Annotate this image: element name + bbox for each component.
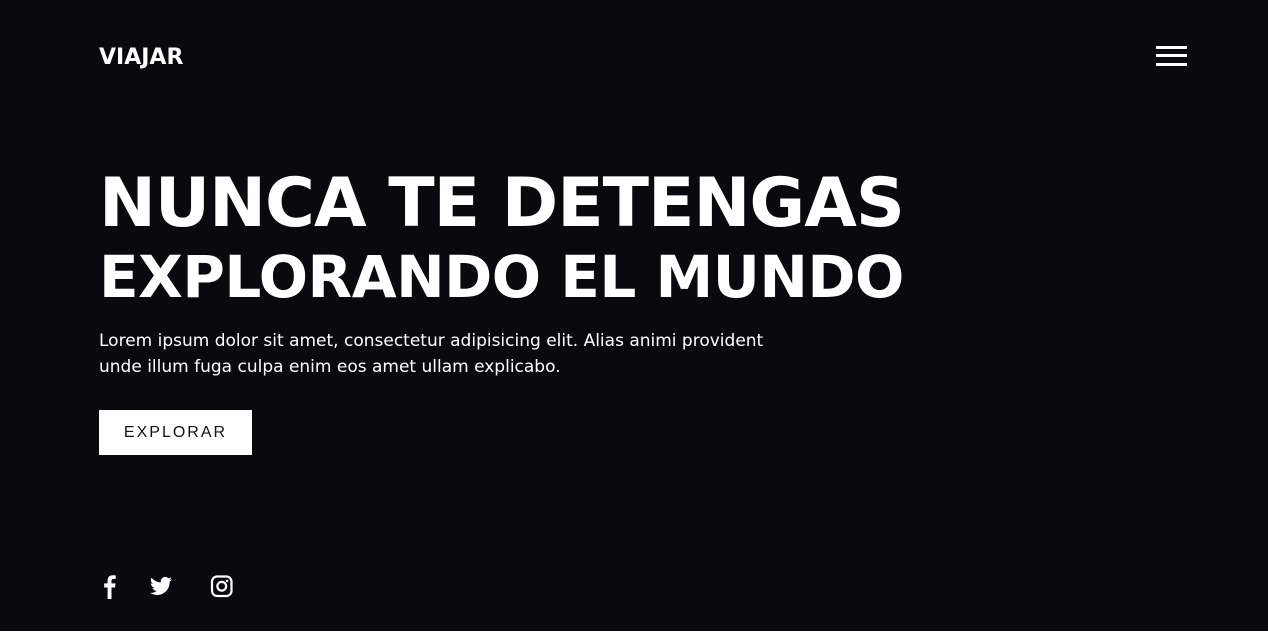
menu-bar-top: [1156, 46, 1187, 49]
hero-title: NUNCA TE DETENGAS EXPLORANDO EL MUNDO: [99, 162, 905, 311]
facebook-icon[interactable]: [99, 573, 125, 599]
menu-bar-bottom: [1156, 63, 1187, 66]
hamburger-menu-icon[interactable]: [1156, 45, 1188, 69]
menu-bar-middle: [1156, 54, 1187, 57]
hero-description: Lorem ipsum dolor sit amet, consectetur …: [99, 331, 764, 377]
hero-page: VIAJAR NUNCA TE DETENGAS EXPLORANDO EL M…: [0, 0, 1268, 631]
brand-logo[interactable]: VIAJAR: [99, 44, 183, 72]
twitter-icon[interactable]: [149, 573, 175, 599]
instagram-icon[interactable]: [210, 573, 236, 599]
hero-title-line-2: EXPLORANDO EL MUNDO: [99, 243, 904, 311]
explore-button[interactable]: EXPLORAR: [99, 410, 252, 455]
hero-title-line-1: NUNCA TE DETENGAS: [99, 164, 905, 243]
